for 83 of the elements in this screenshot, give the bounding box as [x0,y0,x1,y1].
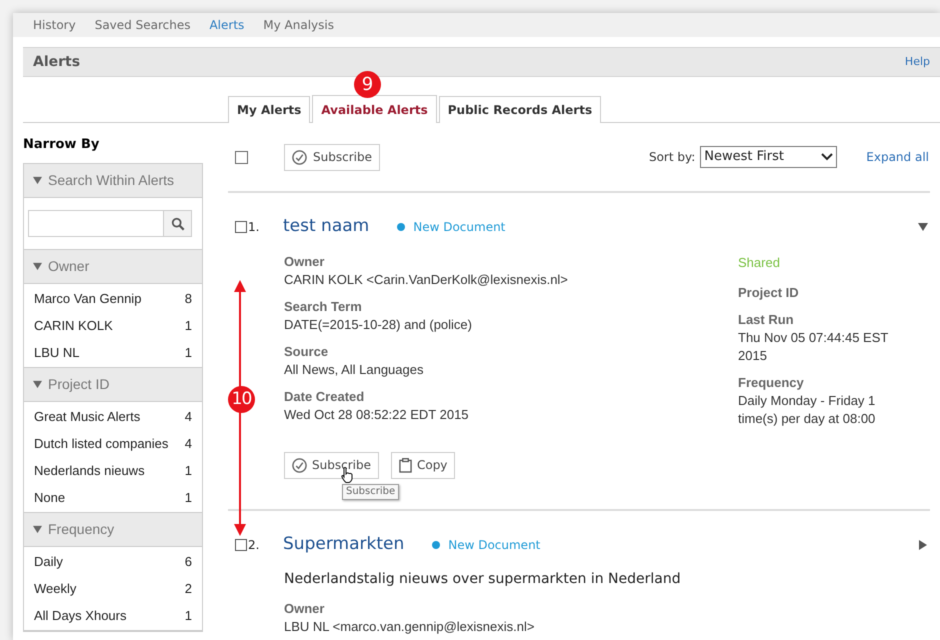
field-label: Frequency [738,374,805,392]
nav-link[interactable]: History [33,16,76,34]
facet-count: 4 [184,434,192,453]
facet-item[interactable]: Marco Van Gennip [34,288,142,308]
help-link[interactable]: Help [904,54,930,70]
checkbox[interactable] [235,221,247,233]
item-number: 1. [248,219,260,236]
field-value: LBU NL <marco.van.gennip@lexisnexis.nl> [284,618,536,636]
search-field[interactable] [28,210,192,237]
field-value: DATE(=2015-10-28) and (police) [284,316,473,334]
tab[interactable]: Public Records Alerts [438,96,602,123]
field-label: Owner [284,600,326,618]
facet-count: 2 [184,580,192,598]
shared-label: Shared [738,254,781,272]
collapse-caret-icon[interactable] [918,222,928,232]
sidebar-title: Narrow By [23,136,100,151]
callout-badge: 10 [228,386,255,413]
expand-caret-icon[interactable] [918,540,928,550]
facet-count: 4 [184,408,192,426]
sort-label: Sort by: [648,149,696,166]
field-value: Wed Oct 28 08:52:22 EDT 2015 [284,406,470,424]
field-value: Thu Nov 05 07:44:45 EST 2015 [738,328,890,364]
caret-down-icon [33,262,42,271]
item-number: 2. [248,536,260,554]
status-dot-icon [397,223,406,231]
search-icon [170,216,184,230]
facet-item[interactable]: All Days Xhours [34,606,126,626]
field-label: Project ID [738,284,800,302]
facet-item[interactable]: CARIN KOLK [34,316,113,336]
tab[interactable]: Available Alerts [312,95,437,123]
facet-count: 1 [184,344,192,362]
facet-header[interactable]: Frequency [24,513,202,547]
checkbox[interactable] [235,150,248,164]
nav-link[interactable]: Alerts [209,16,244,34]
facet-item[interactable]: Dutch listed companies [34,434,168,454]
facet-header[interactable]: Owner [24,250,202,284]
alert-description: Nederlandstalig nieuws over supermarkten in Nederland [284,570,682,588]
nav-link[interactable]: My Analysis [263,16,334,34]
clipboard-icon [398,458,412,472]
facet-item[interactable]: LBU NL [34,342,80,362]
alert-title[interactable]: Supermarkten [283,532,404,558]
facet-item[interactable]: Nederlands nieuws [34,460,145,480]
check-circle-icon [292,150,307,164]
tab[interactable]: My Alerts [228,96,310,123]
field-label: Date Created [284,388,366,406]
search-button[interactable] [163,211,191,236]
page-title: Alerts [33,52,80,72]
copy-button[interactable]: Copy [390,452,456,478]
subscribe-button[interactable]: Subscribe [284,452,379,478]
caret-down-icon [33,176,42,185]
sort-dropdown[interactable]: Newest First [700,146,838,168]
status-label: New Document [448,536,540,554]
status-dot-icon [432,540,440,548]
field-label: Search Term [284,298,363,316]
caret-down-icon [33,380,42,389]
status-label: New Document [413,219,506,236]
field-value: CARIN KOLK <Carin.VanDerKolk@lexisnexis.nl> [284,271,569,289]
facet-item[interactable]: None [34,488,66,508]
alert-title[interactable]: test naam [283,214,370,240]
field-label: Source [284,343,330,361]
facet-count: 1 [184,488,192,507]
field-label: Last Run [738,310,795,328]
facet-count: 1 [184,316,192,335]
facet-count: 8 [184,290,192,308]
subscribe-button[interactable]: Subscribe [284,144,380,170]
facet-item[interactable]: Weekly [34,578,76,598]
checkbox[interactable] [235,538,247,550]
facet-count: 6 [184,552,192,571]
tooltip: Subscribe [342,484,400,500]
facet-header[interactable]: Search Within Alerts [24,164,202,198]
facet-item[interactable]: Great Music Alerts [34,406,140,426]
facet-count: 1 [184,606,192,625]
check-circle-icon [292,458,307,472]
facet-item[interactable]: Daily [34,552,63,572]
facet-header[interactable]: Project ID [24,368,202,402]
field-value: Daily Monday - Friday 1 time(s) per day at 08:00 [738,392,876,428]
field-value: All News, All Languages [284,361,424,379]
facet-count: 1 [184,462,192,480]
field-label: Owner [284,253,326,271]
caret-down-icon [33,525,42,534]
nav-link[interactable]: Saved Searches [94,16,190,34]
expand-all-link[interactable]: Expand all [866,148,929,166]
chevron-down-icon [821,153,834,161]
